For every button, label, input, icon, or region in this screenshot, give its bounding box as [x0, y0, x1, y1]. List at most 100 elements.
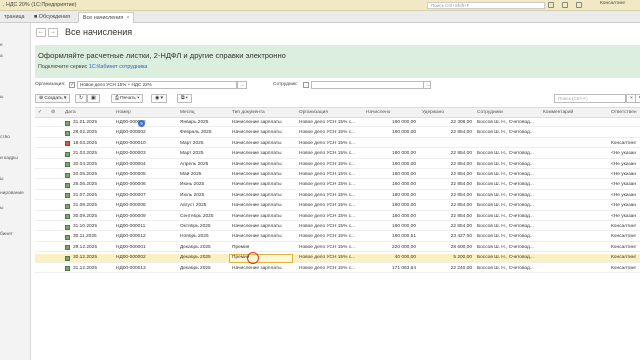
tab-home[interactable]: траница: [0, 12, 29, 23]
cell-org: Новое дело УСН 15% с...: [299, 265, 356, 271]
col-organization[interactable]: Организация: [299, 110, 328, 115]
sidebar-item[interactable]: ы: [0, 95, 3, 100]
cell-org: Новое дело УСН 15% с...: [299, 255, 356, 261]
sidebar-item[interactable]: ы: [0, 206, 3, 211]
banner-subtitle: Подключите сервис 1С:Кабинет сотрудника: [38, 64, 148, 70]
sidebar-item[interactable]: а: [0, 54, 3, 59]
sidebar-item[interactable]: нирование: [0, 191, 24, 196]
more-button[interactable]: ⧉ ▾: [177, 94, 192, 103]
employee-field[interactable]: [311, 81, 431, 89]
cell-type: Начисление зарплаты: [232, 182, 282, 188]
cell-emp: Боссов Ш. Н., Счетовод...: [477, 224, 534, 229]
page-header: ← → Все начисления: [36, 26, 132, 38]
cell-accr: 180 000,00: [391, 172, 416, 177]
table-row[interactable]: 29.12.2025 НД00-000001 Декабрь 2025 Премия Н…: [35, 244, 640, 253]
sidebar-item[interactable]: бинет: [0, 232, 13, 237]
cell-emp: Боссов Ш. Н., Счетовод...: [477, 151, 534, 157]
col-responsible[interactable]: Ответствен: [611, 110, 636, 115]
cell-resp: <Не указан: [611, 151, 636, 157]
table-row[interactable]: 30.09.2025 НД00-000009 Сентябрь 2025 Начисл…: [35, 213, 640, 221]
page-title: Все начисления: [65, 27, 133, 37]
sidebar-item[interactable]: ы: [0, 177, 3, 182]
close-icon[interactable]: ×: [126, 15, 129, 21]
cell-month: Сентябрь 2025: [180, 213, 214, 219]
col-date[interactable]: Дата: [65, 110, 76, 115]
table-row[interactable]: 31.03.2025 НД00-000003 Март 2025 Начисление…: [35, 150, 640, 159]
history-icon[interactable]: [562, 2, 568, 8]
col-comment[interactable]: Комментарий: [543, 110, 573, 115]
list-search-input[interactable]: Поиск (Ctrl+F): [554, 94, 626, 103]
check-column-icon: ✓: [38, 110, 43, 115]
table-row[interactable]: 30.12.2025 НД00-000002 Декабрь 2025 Премия Н…: [35, 252, 640, 265]
sidebar-item[interactable]: ство: [0, 135, 10, 140]
print-button[interactable]: ⎙ Печать ▾: [111, 94, 144, 103]
refresh-button[interactable]: ↻: [75, 94, 88, 103]
employee-filter-checkbox[interactable]: [303, 82, 309, 88]
accruals-table: ✓ ⊘ Дата Номер Месяц Тип документа Орган…: [35, 107, 640, 360]
col-deducted[interactable]: Удержано: [422, 110, 444, 115]
cell-accr: 180 000,00: [391, 203, 416, 209]
status-button[interactable]: ◉ ▾: [151, 94, 167, 103]
col-number[interactable]: Номер: [116, 110, 131, 115]
cell-num: НД00-000009: [116, 213, 146, 219]
cell-type: Начисление зарплаты: [232, 203, 282, 209]
table-row[interactable]: 20.05.2025 НД00-000005 Май 2025 Начисление …: [35, 171, 640, 180]
create-button[interactable]: ⊕ Создать ▾: [35, 94, 71, 103]
cell-emp: Боссов Ш. Н., Счетовод...: [477, 172, 534, 177]
col-employees[interactable]: Сотрудники: [477, 110, 503, 115]
table-row[interactable]: 28.02.2025 НД00-000002 Февраль 2025 Начисле…: [35, 129, 640, 138]
cell-emp: Боссов Ш. Н., Счетовод...: [477, 120, 534, 125]
org-label: Организация:: [35, 82, 66, 87]
cell-month: Июнь 2025: [180, 182, 205, 188]
table-row[interactable]: 18.03.2025 НД00-000010 Март 2025 Начисление…: [35, 140, 640, 149]
cell-num: НД00-000010: [116, 140, 146, 146]
sidebar: е а ы ство и кадры ы нирование ы бинет: [0, 23, 31, 360]
tab-discussions[interactable]: ■ Обсуждения: [30, 12, 74, 23]
back-button[interactable]: ←: [36, 27, 46, 37]
cell-ded: 22 240,00: [450, 265, 472, 271]
bell-icon[interactable]: [548, 2, 554, 8]
status-icon: ◉ ▾: [155, 96, 163, 101]
cell-date: 20.05.2025: [73, 172, 98, 177]
cell-accr: 180 000,00: [391, 161, 416, 167]
cell-type: Начисление зарплаты: [232, 151, 282, 157]
table-row[interactable]: 31.08.2025 НД00-000008 Август 2025 Начислен…: [35, 202, 640, 211]
search-more-button[interactable]: ▾: [635, 94, 640, 103]
cell-resp: Консалтинг: [611, 140, 637, 146]
forward-button[interactable]: →: [48, 27, 58, 37]
table-row[interactable]: 31.01.2025 НД00-000002 Январь 2025 Начислен…: [35, 119, 640, 128]
table-row[interactable]: 30.11.2025 НД00-000012 Ноябрь 2025 Начислен…: [35, 233, 640, 242]
copy-button[interactable]: ▣: [87, 94, 100, 103]
notification-badge[interactable]: 5: [138, 120, 145, 127]
tab-all-accruals[interactable]: Все начисления ×: [78, 12, 135, 23]
filter-bar: Организация: ✓ Новое дело УСН 15% + НДС …: [35, 81, 640, 90]
org-field[interactable]: Новое дело УСН 15% + НДС 22%: [77, 81, 237, 89]
employee-select-button[interactable]: …: [423, 81, 431, 89]
org-select-button[interactable]: …: [237, 81, 247, 89]
posted-doc-icon: [65, 151, 70, 157]
col-month[interactable]: Месяц: [180, 110, 194, 115]
global-search-input[interactable]: Поиск Ctrl+Shift+F: [427, 2, 545, 9]
posted-doc-icon: [65, 255, 70, 261]
table-row[interactable]: 31.10.2025 НД00-000011 Октябрь 2025 Начисле…: [35, 223, 640, 232]
cell-accr: 180 000,00: [391, 213, 416, 219]
cell-month: Март 2025: [180, 140, 204, 146]
table-row[interactable]: 31.07.2025 НД00-000007 Июль 2025 Начисление…: [35, 192, 640, 201]
cabinet-link[interactable]: 1С:Кабинет сотрудника: [89, 64, 148, 70]
current-user[interactable]: Консалтинг: [600, 1, 625, 6]
sidebar-item[interactable]: е: [0, 43, 3, 48]
cell-num: НД00-000012: [116, 234, 146, 240]
col-accrued[interactable]: Начислено: [366, 110, 390, 115]
cell-org: Новое дело УСН 15% с...: [299, 244, 356, 250]
org-filter-checkbox[interactable]: ✓: [69, 82, 75, 88]
table-row[interactable]: 30.04.2025 НД00-000004 Апрель 2025 Начислен…: [35, 161, 640, 169]
col-doc-type[interactable]: Тип документа: [232, 110, 265, 115]
cell-month: Октябрь 2025: [180, 224, 211, 229]
cell-type: Начисление зарплаты: [232, 265, 282, 271]
star-icon[interactable]: [576, 2, 582, 8]
cell-org: Новое дело УСН 15% с...: [299, 120, 356, 125]
cell-month: Август 2025: [180, 203, 207, 209]
table-row[interactable]: 26.06.2025 НД00-000006 Июнь 2025 Начисление…: [35, 181, 640, 190]
sidebar-item[interactable]: и кадры: [0, 156, 18, 161]
table-row[interactable]: 31.12.2025 НД00-000013 Декабрь 2025 Начисле…: [35, 265, 640, 273]
